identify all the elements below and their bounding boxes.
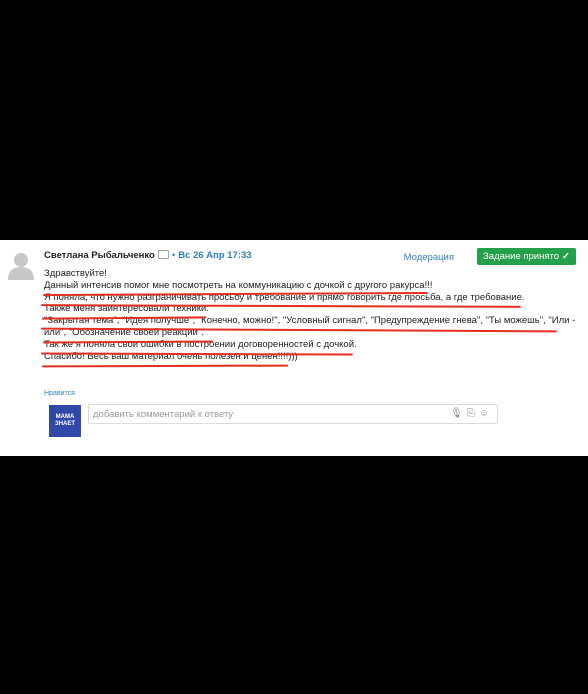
- body-line: Данный интенсив помог мне посмотреть на …: [44, 279, 433, 291]
- input-icons: 🎙⎘☺: [450, 408, 493, 419]
- logo-text: МАМА: [55, 414, 75, 420]
- like-link[interactable]: Нравится: [44, 390, 75, 397]
- comment-card: Светлана Рыбальченко • Вс 26 Апр 17:33 Мод…: [0, 240, 588, 456]
- school-logo: МАМА ЗНАЕТ: [49, 405, 81, 437]
- body-line: Здравствуйте!: [44, 268, 107, 279]
- status-badge[interactable]: Задание принято ✓: [477, 248, 576, 265]
- comment-header: Светлана Рыбальченко • Вс 26 Апр 17:33 Мод…: [44, 248, 576, 266]
- microphone-icon[interactable]: 🎙: [450, 408, 467, 419]
- comment-placeholder: добавить комментарий к ответу: [93, 409, 234, 420]
- paperclip-icon[interactable]: ⎘: [467, 408, 479, 419]
- message-icon[interactable]: [157, 249, 169, 259]
- user-avatar-icon: [8, 253, 34, 280]
- check-icon: ✓: [562, 251, 570, 262]
- separator-dot: •: [171, 250, 176, 261]
- logo-text: ЗНАЕТ: [54, 421, 76, 427]
- smiley-icon[interactable]: ☺: [479, 408, 493, 419]
- author-name[interactable]: Светлана Рыбальченко: [44, 250, 155, 261]
- post-date[interactable]: Вс 26 Апр 17:33: [178, 250, 251, 261]
- reply-comment-input[interactable]: добавить комментарий к ответу 🎙⎘☺: [88, 404, 498, 424]
- highlight-underline: [41, 364, 289, 368]
- comment-body: Здравствуйте! Данный интенсив помог мне …: [44, 268, 575, 362]
- moderation-link[interactable]: Модерация: [404, 252, 454, 263]
- status-label: Задание принято: [483, 251, 560, 262]
